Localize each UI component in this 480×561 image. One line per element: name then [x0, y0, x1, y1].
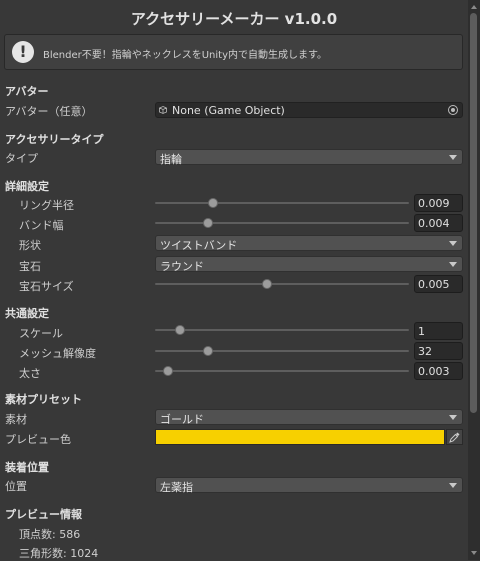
gem-size-value: 0.005 [418, 278, 450, 291]
scale-slider[interactable] [155, 322, 409, 338]
chevron-down-icon [449, 415, 457, 420]
help-box: ! Blender不要！指輪やネックレスをUnity内で自動生成します。 [4, 34, 463, 70]
material-dropdown-value: ゴールド [160, 413, 204, 426]
material-dropdown[interactable]: ゴールド [155, 409, 463, 426]
position-dropdown-value: 左薬指 [160, 481, 193, 494]
preview-color-swatch[interactable] [155, 429, 445, 445]
shape-label: 形状 [19, 239, 41, 252]
position-dropdown[interactable]: 左薬指 [155, 477, 463, 494]
slider-knob[interactable] [208, 198, 219, 208]
info-icon: ! [12, 41, 34, 63]
ring-radius-slider[interactable] [155, 195, 409, 211]
material-preset-header: 素材プリセット [5, 393, 82, 406]
slider-knob[interactable] [162, 366, 173, 376]
slider-track [155, 222, 409, 224]
band-width-value: 0.004 [418, 217, 450, 230]
vertex-count: 頂点数: 586 [19, 528, 81, 541]
accessory-type-header: アクセサリータイプ [5, 133, 104, 146]
chevron-down-icon [449, 262, 457, 267]
eyedropper-icon [449, 432, 460, 443]
mesh-resolution-label: メッシュ解像度 [19, 347, 96, 360]
scroll-down-icon[interactable] [471, 551, 477, 555]
gem-label: 宝石 [19, 260, 41, 273]
shape-dropdown[interactable]: ツイストバンド [155, 235, 463, 252]
common-settings-header: 共通設定 [5, 307, 49, 320]
slider-track [155, 202, 409, 204]
slider-track [155, 329, 409, 331]
scale-value: 1 [418, 325, 425, 338]
scrollbar-thumb[interactable] [470, 13, 477, 413]
slider-knob[interactable] [203, 346, 214, 356]
scale-input[interactable]: 1 [414, 322, 463, 340]
eyedropper-button[interactable] [446, 429, 463, 445]
gem-size-input[interactable]: 0.005 [414, 275, 463, 293]
triangle-count: 三角形数: 1024 [19, 547, 99, 560]
mesh-resolution-slider[interactable] [155, 343, 409, 359]
mesh-resolution-input[interactable]: 32 [414, 342, 463, 360]
type-label: タイプ [5, 152, 38, 165]
band-width-label: バンド幅 [19, 219, 64, 232]
slider-knob[interactable] [203, 218, 214, 228]
slider-track [155, 370, 409, 372]
scroll-up-icon[interactable] [471, 5, 477, 9]
slider-track [155, 350, 409, 352]
chevron-down-icon [449, 483, 457, 488]
ring-radius-input[interactable]: 0.009 [414, 194, 463, 212]
scale-label: スケール [19, 327, 63, 340]
ring-radius-label: リング半径 [19, 199, 74, 212]
type-dropdown[interactable]: 指輪 [155, 149, 463, 166]
preview-info-header: プレビュー情報 [5, 508, 82, 521]
avatar-field-label: アバター（任意） [5, 105, 93, 118]
material-label: 素材 [5, 413, 27, 426]
slider-track [155, 283, 409, 285]
gameobject-icon [159, 106, 167, 114]
gem-size-slider[interactable] [155, 276, 409, 292]
type-dropdown-value: 指輪 [160, 153, 182, 166]
gem-dropdown[interactable]: ラウンド [155, 256, 463, 273]
shape-dropdown-value: ツイストバンド [160, 239, 238, 252]
thickness-value: 0.003 [418, 365, 450, 378]
slider-knob[interactable] [261, 279, 272, 289]
detail-settings-header: 詳細設定 [5, 180, 49, 193]
window-title: アクセサリーメーカー v1.0.0 [130, 10, 338, 28]
thickness-slider[interactable] [155, 363, 409, 379]
avatar-object-field[interactable]: None (Game Object) [155, 102, 463, 118]
chevron-down-icon [449, 241, 457, 246]
help-message: Blender不要！指輪やネックレスをUnity内で自動生成します。 [43, 50, 328, 61]
thickness-label: 太さ [19, 367, 41, 380]
wear-position-header: 装着位置 [5, 461, 49, 474]
avatar-field-value: None (Game Object) [172, 104, 285, 117]
position-label: 位置 [5, 480, 27, 493]
gem-size-label: 宝石サイズ [19, 280, 74, 293]
inspector-panel: アクセサリーメーカー v1.0.0 ! Blender不要！指輪やネックレスをU… [0, 0, 468, 560]
band-width-slider[interactable] [155, 215, 409, 231]
avatar-header: アバター [5, 85, 49, 98]
band-width-input[interactable]: 0.004 [414, 214, 463, 232]
gem-dropdown-value: ラウンド [160, 260, 204, 273]
ring-radius-value: 0.009 [418, 197, 450, 210]
slider-knob[interactable] [175, 325, 186, 335]
preview-color-label: プレビュー色 [5, 433, 71, 446]
mesh-resolution-value: 32 [418, 345, 432, 358]
chevron-down-icon [449, 155, 457, 160]
object-picker-icon[interactable] [448, 105, 458, 115]
thickness-input[interactable]: 0.003 [414, 362, 463, 380]
vertical-scrollbar[interactable] [468, 0, 480, 560]
